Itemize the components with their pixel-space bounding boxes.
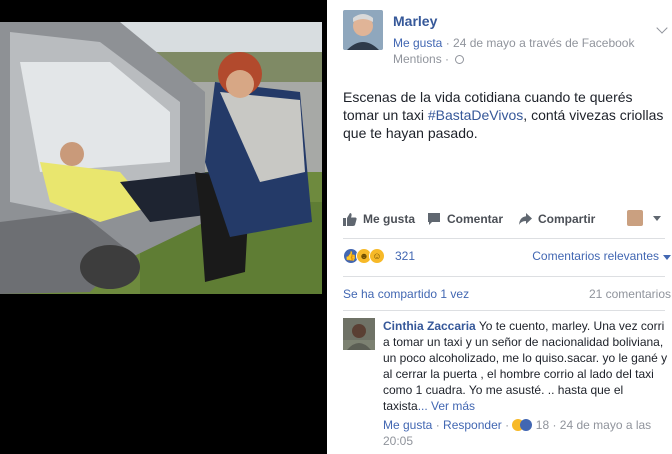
- post-meta: Me gusta · 24 de mayo a través de Facebo…: [393, 35, 663, 67]
- footer-separator: ·: [501, 418, 513, 432]
- reactions-summary: 👍 ☻ ☺ 321 Comentarios relevantes: [343, 248, 672, 266]
- like-button[interactable]: Me gusta: [343, 212, 415, 226]
- comment-reaction-count[interactable]: 18: [536, 418, 549, 432]
- caret-down-icon: [653, 215, 661, 221]
- comment-footer: Me gusta · Responder · 18 · 24 de mayo a…: [383, 417, 668, 449]
- speech-bubble-icon: [428, 213, 440, 225]
- author-name[interactable]: Marley: [393, 13, 437, 29]
- post-photo[interactable]: [0, 22, 322, 294]
- viewer-avatar: [627, 210, 643, 226]
- see-more-link[interactable]: ... Ver más: [418, 399, 475, 413]
- meta-separator: ·: [441, 52, 453, 66]
- media-viewer: [0, 0, 327, 454]
- post-text: Escenas de la vida cotidiana cuando te q…: [343, 88, 665, 142]
- share-label: Compartir: [538, 212, 596, 226]
- like-reaction-icon: [520, 419, 533, 431]
- wow-reaction-icon: ☺: [369, 248, 385, 264]
- comment-label: Comentar: [447, 212, 504, 226]
- author-avatar[interactable]: [343, 10, 383, 50]
- post-stats: Se ha compartido 1 vez 21 comentarios: [343, 287, 672, 303]
- share-button[interactable]: Compartir: [518, 212, 595, 226]
- footer-separator: ·: [432, 418, 444, 432]
- post-panel: Marley Me gusta · 24 de mayo a través de…: [327, 0, 672, 454]
- post-source[interactable]: Mentions: [393, 52, 442, 66]
- commenter-name[interactable]: Cinthia Zaccaria: [383, 319, 476, 333]
- commenter-avatar-image: [343, 318, 375, 350]
- divider: [343, 238, 665, 239]
- chevron-down-icon[interactable]: [656, 22, 668, 34]
- comment-like-link[interactable]: Me gusta: [383, 418, 432, 432]
- avatar-image: [343, 10, 383, 50]
- footer-separator: ·: [549, 418, 560, 432]
- reaction-identity-selector[interactable]: [627, 210, 661, 226]
- hashtag-link[interactable]: #BastaDeVivos: [428, 107, 523, 123]
- reaction-icons[interactable]: 👍 ☻ ☺: [343, 248, 385, 264]
- post-header: Marley Me gusta · 24 de mayo a través de…: [343, 10, 668, 70]
- page-like-link[interactable]: Me gusta: [393, 36, 442, 50]
- action-bar: Me gusta Comentar Compartir: [343, 210, 665, 230]
- thumbs-up-icon: [343, 213, 357, 226]
- like-label: Me gusta: [363, 212, 416, 226]
- comments-count[interactable]: 21 comentarios: [589, 287, 671, 301]
- comment-sort-dropdown[interactable]: Comentarios relevantes: [532, 249, 671, 263]
- commenter-avatar[interactable]: [343, 318, 375, 350]
- share-arrow-icon: [519, 213, 532, 225]
- comment-button[interactable]: Comentar: [427, 212, 503, 226]
- comment-body: Cinthia Zaccaria Yo te cuento, marley. U…: [383, 318, 668, 414]
- divider: [343, 276, 665, 277]
- reaction-count[interactable]: 321: [395, 249, 415, 263]
- divider: [343, 310, 665, 311]
- globe-icon: [455, 55, 465, 64]
- shares-link[interactable]: Se ha compartido 1 vez: [343, 287, 469, 301]
- post-date[interactable]: · 24 de mayo a través de Facebook: [442, 36, 635, 50]
- photo-illustration: [0, 22, 322, 294]
- comment-reply-link[interactable]: Responder: [443, 418, 502, 432]
- caret-down-icon: [663, 255, 671, 260]
- comment-sort-label: Comentarios relevantes: [532, 249, 659, 263]
- comment-item: Cinthia Zaccaria Yo te cuento, marley. U…: [343, 318, 672, 454]
